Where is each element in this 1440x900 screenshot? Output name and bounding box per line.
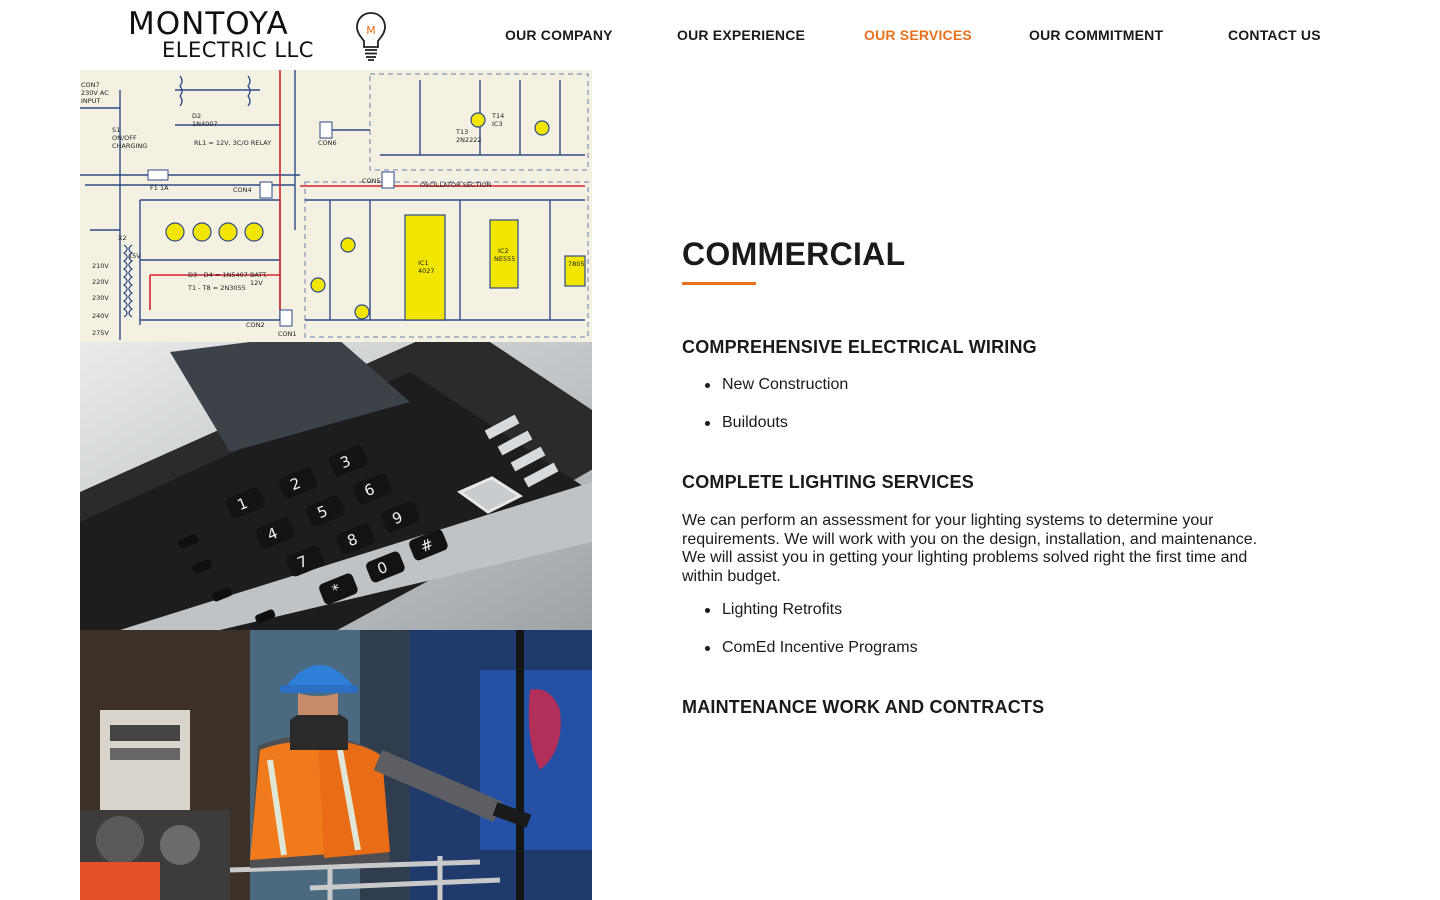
- list-item: New Construction: [702, 376, 848, 414]
- schem-label: IC1: [418, 259, 429, 267]
- schem-label: 7805: [568, 260, 585, 268]
- schem-label: 1N4007: [192, 120, 218, 128]
- schem-label: CON7: [81, 81, 100, 89]
- nav-contact-us[interactable]: CONTACT US: [1228, 27, 1321, 43]
- schem-label: D3 - D4 = 1N5407: [188, 271, 248, 279]
- electrician-drawing: [80, 630, 592, 900]
- section-heading-maintenance: MAINTENANCE WORK AND CONTRACTS: [682, 697, 1045, 717]
- schem-label: CHARGING: [112, 142, 147, 150]
- schem-label: 220V: [92, 278, 109, 286]
- section-heading-wiring: COMPREHENSIVE ELECTRICAL WIRING: [682, 337, 1037, 357]
- schem-label: INPUT: [81, 97, 100, 105]
- telephone-image: 1 2 3 4 5 6 7 8 9 * 0 #: [80, 342, 592, 630]
- schematic-image: CON7 230V AC INPUT S1 ON/OFF CHARGING D2…: [80, 70, 592, 342]
- lighting-description: We can perform an assessment for your li…: [682, 512, 1258, 585]
- schem-label: CON5: [362, 177, 381, 185]
- nav-our-experience[interactable]: OUR EXPERIENCE: [677, 27, 805, 43]
- list-item: Buildouts: [702, 414, 848, 452]
- title-underline: [682, 282, 756, 285]
- schem-label: S1: [112, 126, 120, 134]
- schem-label: CON4: [233, 186, 252, 194]
- schem-label: NE555: [494, 255, 515, 263]
- schem-label: X2: [118, 234, 127, 242]
- electrician-image: [80, 630, 592, 900]
- schem-label: 275V: [92, 329, 109, 337]
- telephone-drawing: 1 2 3 4 5 6 7 8 9 * 0 #: [80, 342, 592, 630]
- schem-label: F1 1A: [150, 184, 169, 192]
- schem-label: CON6: [318, 139, 337, 147]
- nav-our-services[interactable]: OUR SERVICES: [864, 27, 972, 43]
- schem-label: RL1 = 12V, 3C/O RELAY: [194, 139, 271, 147]
- schem-label: T14: [491, 112, 504, 120]
- schem-label: 4027: [418, 267, 435, 275]
- schem-label: CON1: [278, 330, 297, 338]
- lighting-list: Lighting Retrofits ComEd Incentive Progr…: [702, 601, 918, 677]
- site-header: MONTOYA ELECTRIC LLC M OUR COMPANY OUR E…: [0, 0, 1440, 70]
- image-column: CON7 230V AC INPUT S1 ON/OFF CHARGING D2…: [80, 70, 592, 900]
- schem-label: T1 - T8 = 2N3055: [187, 284, 246, 292]
- schem-label: 15V: [128, 252, 141, 260]
- schem-label: IC3: [492, 120, 503, 128]
- page-title: COMMERCIAL: [682, 236, 906, 272]
- schem-label: BATT.: [250, 271, 268, 279]
- schem-label: ON/OFF: [112, 134, 137, 142]
- schem-label: CON2: [246, 321, 265, 329]
- nav-our-company[interactable]: OUR COMPANY: [505, 27, 613, 43]
- schem-label: 210V: [92, 262, 109, 270]
- schem-label: 230V: [92, 294, 109, 302]
- schem-label: 240V: [92, 312, 109, 320]
- wiring-list: New Construction Buildouts: [702, 376, 848, 452]
- main-nav: OUR COMPANY OUR EXPERIENCE OUR SERVICES …: [0, 27, 1440, 47]
- list-item: Lighting Retrofits: [702, 601, 918, 639]
- schem-label: 230V AC: [81, 89, 109, 97]
- nav-our-commitment[interactable]: OUR COMMITMENT: [1029, 27, 1163, 43]
- schem-label: D2: [192, 112, 201, 120]
- schem-label: 12V: [250, 279, 263, 287]
- schem-label: IC2: [498, 247, 509, 255]
- schematic-drawing: CON7 230V AC INPUT S1 ON/OFF CHARGING D2…: [80, 70, 592, 342]
- schem-label: OSCILLATOR SECTION: [420, 181, 491, 189]
- list-item: ComEd Incentive Programs: [702, 639, 918, 677]
- schem-label: T13: [455, 128, 468, 136]
- schem-label: 2N2222: [456, 136, 482, 144]
- section-heading-lighting: COMPLETE LIGHTING SERVICES: [682, 472, 974, 492]
